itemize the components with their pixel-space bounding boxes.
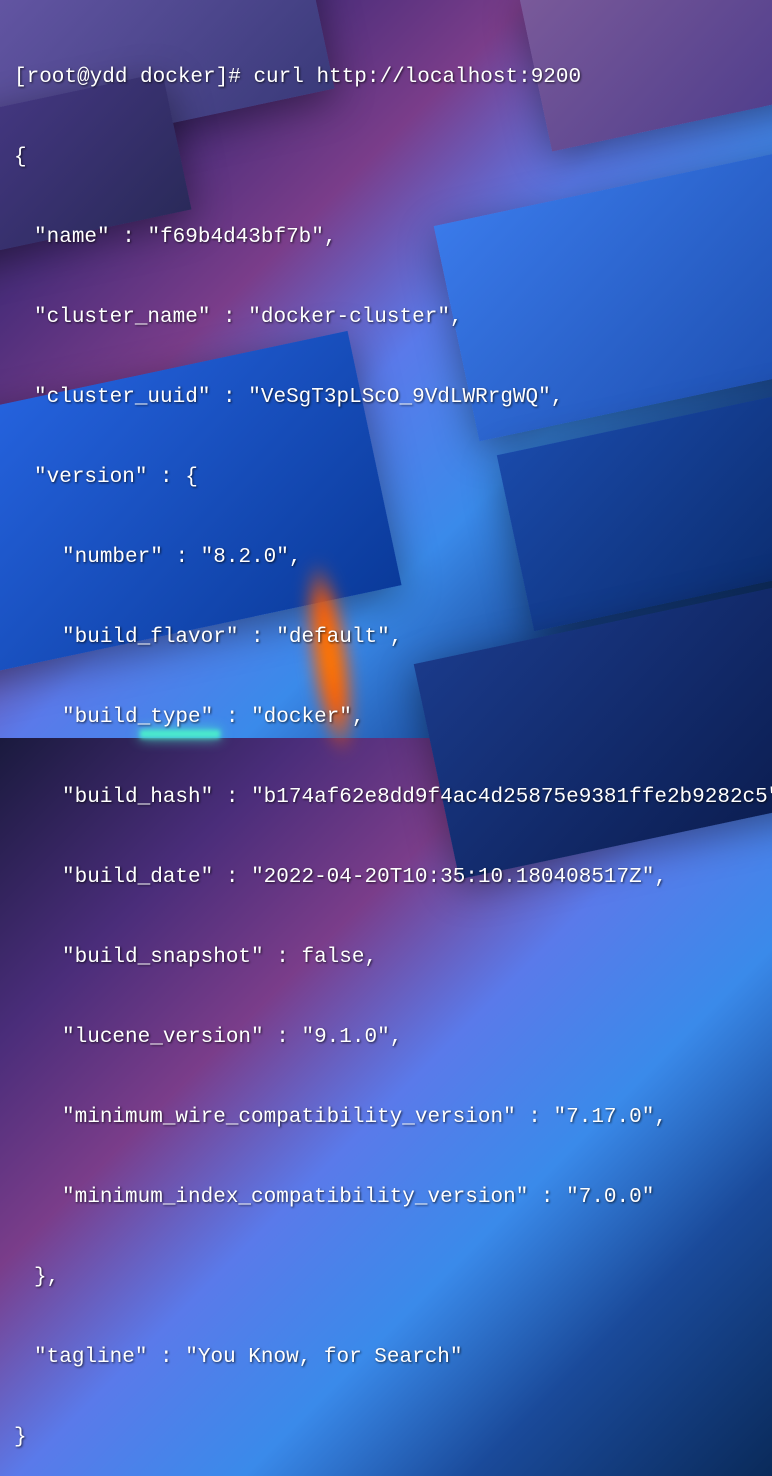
json-key-lucene-version: lucene_version xyxy=(62,1026,264,1049)
json-key-version: version xyxy=(34,466,147,489)
json-val-build-hash: b174af62e8dd9f4ac4d25875e9381ffe2b9282c5 xyxy=(251,786,772,809)
json-key-build-type: build_type xyxy=(62,706,213,729)
shell-prompt: [root@ydd docker]# xyxy=(14,66,253,89)
json-val-cluster-uuid: VeSgT3pLScO_9VdLWRrgWQ xyxy=(248,386,550,409)
json-val-min-index: 7.0.0 xyxy=(566,1186,654,1209)
json-key-build-hash: build_hash xyxy=(62,786,213,809)
json-val-lucene-version: 9.1.0 xyxy=(301,1026,389,1049)
json-val-number: 8.2.0 xyxy=(201,546,289,569)
json-brace-close: } xyxy=(14,1418,758,1458)
json-val-build-type: docker xyxy=(251,706,352,729)
terminal-output: [root@ydd docker]# curl http://localhost… xyxy=(0,0,772,1476)
json-key-number: number xyxy=(62,546,163,569)
json-val-name: f69b4d43bf7b xyxy=(147,226,323,249)
json-val-tagline: You Know, for Search xyxy=(185,1346,462,1369)
json-key-build-snapshot: build_snapshot xyxy=(62,946,264,969)
json-key-min-index: minimum_index_compatibility_version xyxy=(62,1186,528,1209)
json-key-cluster-uuid: cluster_uuid xyxy=(34,386,210,409)
json-val-build-date: 2022-04-20T10:35:10.180408517Z xyxy=(251,866,654,889)
json-key-build-date: build_date xyxy=(62,866,213,889)
json-key-tagline: tagline xyxy=(34,1346,147,1369)
command-text: curl http://localhost:9200 xyxy=(253,66,581,89)
json-val-build-snapshot: false xyxy=(301,946,364,969)
json-val-min-wire: 7.17.0 xyxy=(554,1106,655,1129)
json-key-name: name xyxy=(34,226,110,249)
json-key-cluster-name: cluster_name xyxy=(34,306,210,329)
json-brace-open: { xyxy=(14,138,758,178)
json-val-build-flavor: default xyxy=(276,626,389,649)
json-key-min-wire: minimum_wire_compatibility_version xyxy=(62,1106,516,1129)
json-val-cluster-name: docker-cluster xyxy=(248,306,450,329)
json-key-build-flavor: build_flavor xyxy=(62,626,238,649)
json-brace-close-version: }, xyxy=(14,1258,758,1298)
